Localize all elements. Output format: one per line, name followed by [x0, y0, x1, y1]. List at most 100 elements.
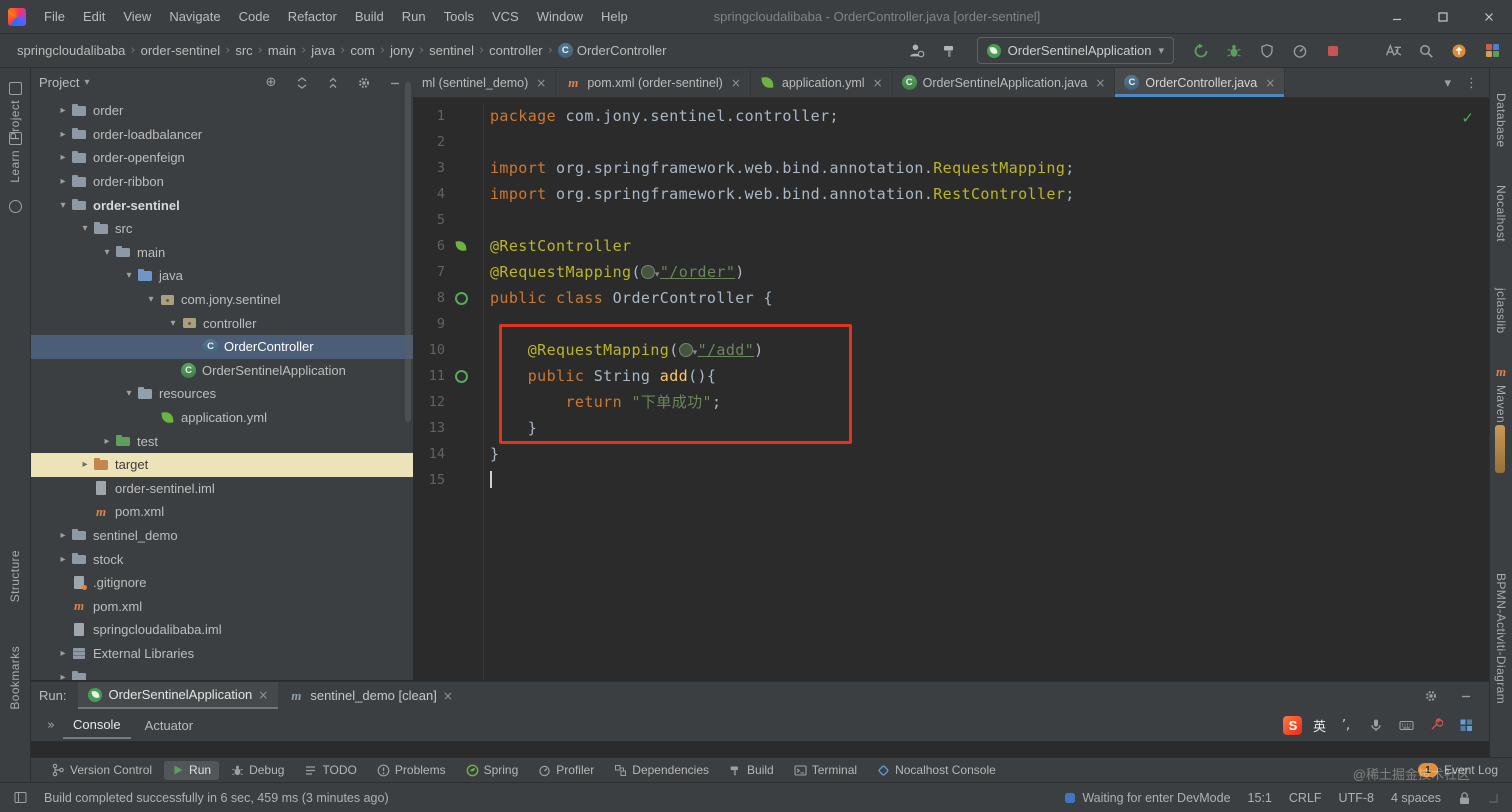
- spring-bean-gutter-icon[interactable]: [450, 369, 472, 383]
- editor-tab-ordercontroller-java[interactable]: C OrderController.java ×: [1115, 68, 1286, 97]
- chevron-right-icon[interactable]: ▸: [55, 672, 71, 680]
- hide-panel-icon[interactable]: [1456, 686, 1476, 706]
- tree-item-resources[interactable]: ▾ resources: [31, 382, 413, 406]
- chevron-right-icon[interactable]: ▸: [55, 176, 71, 187]
- debug-icon[interactable]: [1224, 41, 1244, 61]
- editor-tab-pom-xml-order-sentinel[interactable]: m pom.xml (order-sentinel) ×: [556, 68, 751, 97]
- tool-stripe-commit[interactable]: [0, 200, 30, 213]
- project-panel-title[interactable]: Project: [39, 75, 79, 90]
- chevron-down-icon[interactable]: ▾: [121, 388, 137, 399]
- editor-tab-ml-sentinel-demo[interactable]: ml (sentinel_demo) ×: [413, 68, 557, 97]
- run-tab-sentinel-demo-clean[interactable]: m sentinel_demo [clean] ×: [278, 682, 463, 709]
- tree-item-order[interactable]: ▸ order: [31, 99, 413, 123]
- menu-file[interactable]: File: [35, 0, 74, 33]
- toolwindow-button-run[interactable]: Run: [164, 760, 220, 780]
- breadcrumb-jony[interactable]: jony: [387, 41, 417, 60]
- chevron-down-icon[interactable]: ▾: [143, 294, 159, 305]
- toolwindow-button-todo[interactable]: TODO: [296, 761, 364, 780]
- tree-item-controller[interactable]: ▾ controller: [31, 311, 413, 335]
- toolwindow-button-problems[interactable]: Problems: [369, 761, 454, 780]
- tree-item-test[interactable]: ▸ test: [31, 429, 413, 453]
- tool-stripe-maven[interactable]: m Maven: [1490, 364, 1512, 423]
- tree-item-order-openfeign[interactable]: ▸ order-openfeign: [31, 146, 413, 170]
- tree-item-ordercontroller[interactable]: C OrderController: [31, 334, 413, 359]
- tool-stripe-bpmn[interactable]: BPMN-Activiti-Diagram: [1490, 573, 1512, 704]
- caret-position[interactable]: 15:1: [1248, 791, 1272, 805]
- tree-item-java[interactable]: ▾ java: [31, 264, 413, 288]
- breadcrumb-controller[interactable]: controller: [486, 41, 545, 60]
- tool-stripe-bookmarks[interactable]: Bookmarks: [0, 646, 30, 710]
- tree-item-gitignore[interactable]: .gitignore: [31, 571, 413, 595]
- collapse-all-icon[interactable]: [323, 73, 343, 93]
- grid-icon[interactable]: [1456, 715, 1476, 735]
- chevron-right-icon[interactable]: ▸: [99, 436, 115, 447]
- ime-language-indicator[interactable]: 英: [1313, 716, 1326, 735]
- event-log[interactable]: 1 Event Log: [1417, 763, 1502, 777]
- breadcrumb-sentinel[interactable]: sentinel: [426, 41, 477, 60]
- editor-body[interactable]: 1 2 3 4 5 6 7 8 9 10 11 12 13 14 15 package com.jony.s…: [413, 97, 1490, 680]
- close-tab-icon[interactable]: ×: [731, 76, 741, 90]
- toolwindow-button-spring[interactable]: Spring: [458, 761, 527, 780]
- punct-icon[interactable]: ’,: [1336, 715, 1356, 735]
- chevron-down-icon[interactable]: ▾: [77, 223, 93, 234]
- search-icon[interactable]: [1416, 41, 1436, 61]
- chevron-right-icon[interactable]: ▸: [55, 129, 71, 140]
- tree-item-stock[interactable]: ▸ stock: [31, 547, 413, 571]
- chevron-down-icon[interactable]: ▾: [165, 318, 181, 329]
- coverage-icon[interactable]: [1257, 41, 1277, 61]
- menu-vcs[interactable]: VCS: [483, 0, 528, 33]
- maximize-button[interactable]: [1420, 0, 1466, 33]
- menu-window[interactable]: Window: [528, 0, 592, 33]
- mic-icon[interactable]: [1366, 715, 1386, 735]
- chevron-right-icon[interactable]: ▸: [55, 554, 71, 565]
- locate-icon[interactable]: ⊕: [261, 73, 281, 93]
- menu-edit[interactable]: Edit: [74, 0, 114, 33]
- breadcrumb-src[interactable]: src: [232, 41, 255, 60]
- tree-item-ordersentinelapplication[interactable]: C OrderSentinelApplication: [31, 359, 413, 383]
- tree-item-external-libraries[interactable]: ▸ External Libraries: [31, 642, 413, 666]
- spring-bean-gutter-icon[interactable]: [450, 291, 472, 305]
- close-button[interactable]: [1466, 0, 1512, 33]
- editor-tab-ordersentinelapplication-java[interactable]: C OrderSentinelApplication.java ×: [893, 68, 1116, 97]
- breadcrumb-springcloudalibaba[interactable]: springcloudalibaba: [14, 41, 128, 60]
- close-tab-icon[interactable]: ×: [443, 689, 453, 703]
- indent-setting[interactable]: 4 spaces: [1391, 791, 1441, 805]
- menu-navigate[interactable]: Navigate: [160, 0, 229, 33]
- tool-stripe-structure[interactable]: Structure: [0, 550, 30, 602]
- menu-view[interactable]: View: [114, 0, 160, 33]
- tool-stripe-jclasslib[interactable]: jclasslib: [1490, 288, 1512, 334]
- resize-grip[interactable]: [1488, 793, 1498, 803]
- menu-refactor[interactable]: Refactor: [279, 0, 346, 33]
- breadcrumb-ordercontroller[interactable]: C OrderController: [555, 41, 670, 60]
- breadcrumb-com[interactable]: com: [347, 41, 378, 60]
- subtab-console[interactable]: Console: [62, 712, 131, 739]
- subtab-actuator[interactable]: Actuator: [135, 713, 203, 738]
- chevron-right-icon[interactable]: ▸: [55, 648, 71, 659]
- toolwindow-button-version-control[interactable]: Version Control: [43, 761, 160, 780]
- more-vertical-icon[interactable]: ⋮: [1465, 75, 1478, 91]
- stripe-scrollbar-thumb[interactable]: [1495, 425, 1505, 473]
- chevron-down-icon[interactable]: ▾: [121, 270, 137, 281]
- inspections-ok-icon[interactable]: ✓: [1461, 105, 1474, 131]
- breadcrumb-java[interactable]: java: [308, 41, 338, 60]
- url-navigate-icon[interactable]: ▾: [640, 263, 660, 281]
- chevron-right-icon[interactable]: ▸: [55, 152, 71, 163]
- chevron-down-icon[interactable]: ▾: [84, 77, 89, 88]
- tree-item-sentinel-demo[interactable]: ▸ sentinel_demo: [31, 524, 413, 548]
- tree-item-application-yml[interactable]: application.yml: [31, 406, 413, 430]
- user-settings-icon[interactable]: [907, 41, 927, 61]
- update-icon[interactable]: [1449, 41, 1469, 61]
- menu-build[interactable]: Build: [346, 0, 393, 33]
- chevron-down-icon[interactable]: ▾: [1444, 75, 1451, 91]
- tree-item-pom-xml[interactable]: m pom.xml: [31, 594, 413, 618]
- menu-help[interactable]: Help: [592, 0, 637, 33]
- settings-gear-icon[interactable]: [1421, 686, 1441, 706]
- run-configuration-select[interactable]: OrderSentinelApplication ▾: [976, 37, 1174, 64]
- console-output-area[interactable]: [31, 741, 1490, 757]
- menu-tools[interactable]: Tools: [435, 0, 483, 33]
- tree-item-com-jony-sentinel[interactable]: ▾ com.jony.sentinel: [31, 288, 413, 312]
- tree-item-order-sentinel[interactable]: ▾ order-sentinel: [31, 193, 413, 217]
- tool-stripe-nocalhost[interactable]: Nocalhost: [1490, 185, 1512, 242]
- chevron-down-icon[interactable]: ▾: [99, 247, 115, 258]
- tree-item-order-loadbalancer[interactable]: ▸ order-loadbalancer: [31, 123, 413, 147]
